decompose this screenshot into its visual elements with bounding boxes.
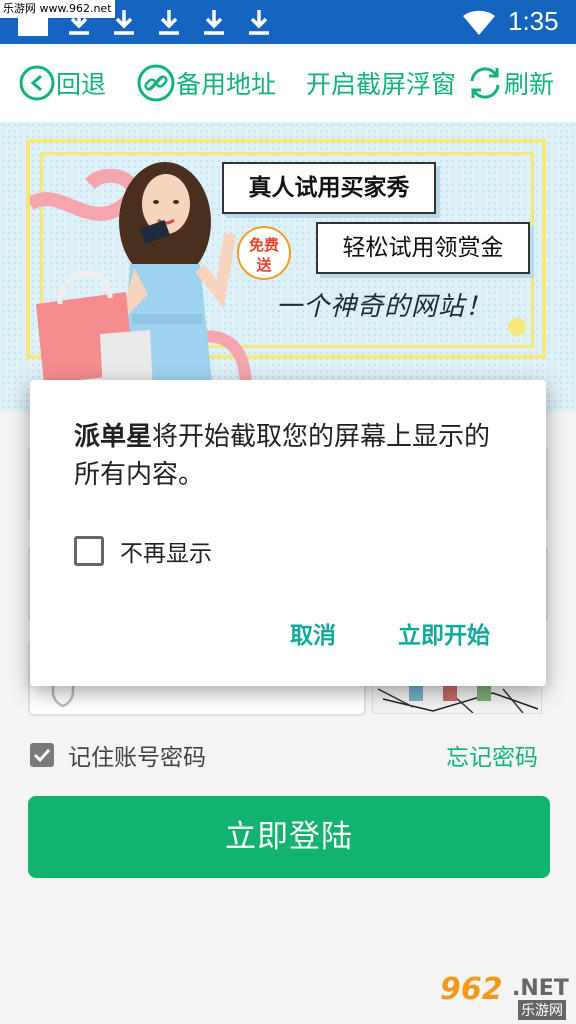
login-button[interactable]: 立即登陆: [28, 796, 550, 878]
watermark-top: 乐游网 www.962.net: [0, 0, 115, 18]
banner-title-1: 真人试用买家秀: [222, 162, 436, 214]
promo-banner[interactable]: 真人试用买家秀 轻松试用领赏金 免费 送 一个神奇的网站！: [0, 122, 576, 412]
banner-slogan: 一个神奇的网站！: [276, 292, 493, 322]
watermark-number: 962: [440, 972, 503, 1007]
watermark-site: 乐游网: [518, 1000, 566, 1020]
banner-dot: [508, 318, 526, 336]
checkmark-icon: [33, 748, 51, 763]
remember-password-option[interactable]: 记住账号密码: [30, 738, 206, 772]
banner-title-2: 轻松试用领赏金: [316, 222, 530, 274]
screen-float-button[interactable]: 开启截屏浮窗: [306, 62, 456, 104]
download-icon: [249, 10, 269, 35]
back-label: 回退: [56, 70, 107, 99]
refresh-icon: [470, 67, 500, 99]
backup-address-button[interactable]: 备用地址: [136, 62, 276, 104]
download-icon: [204, 10, 224, 35]
link-icon: [137, 64, 175, 102]
watermark-net: .NET: [512, 976, 569, 1001]
status-time: 1:35: [508, 6, 559, 36]
download-icon: [114, 10, 134, 35]
backup-address-label: 备用地址: [176, 70, 277, 99]
notification-square-icon: [18, 18, 48, 36]
start-now-button[interactable]: 立即开始: [398, 616, 490, 650]
dont-show-again-option[interactable]: 不再显示: [74, 534, 212, 568]
screen-capture-permission-dialog: 派单星将开始截取您的屏幕上显示的所有内容。 不再显示 取消 立即开始: [30, 380, 546, 686]
dialog-message: 派单星将开始截取您的屏幕上显示的所有内容。: [74, 418, 514, 494]
watermark-logo: 962 .NET 乐游网: [440, 972, 572, 1020]
back-button[interactable]: 回退: [18, 62, 106, 104]
dont-show-again-checkbox[interactable]: [74, 536, 104, 566]
status-bar: 1:35 乐游网 www.962.net: [0, 0, 576, 44]
back-arrow-icon: [19, 65, 55, 101]
badge-line-1: 免费: [248, 236, 279, 254]
remember-checkbox[interactable]: [30, 743, 54, 767]
free-gift-badge: 免费 送: [237, 226, 291, 280]
refresh-button[interactable]: 刷新: [466, 62, 554, 104]
refresh-label: 刷新: [504, 70, 555, 99]
dont-show-again-label: 不再显示: [120, 541, 212, 567]
dialog-app-name: 派单星: [74, 422, 153, 452]
screen-float-label: 开启截屏浮窗: [306, 70, 457, 99]
remember-label: 记住账号密码: [68, 745, 206, 771]
wifi-icon: [463, 10, 495, 35]
cancel-button[interactable]: 取消: [290, 616, 336, 650]
forgot-password-link[interactable]: 忘记密码: [446, 738, 538, 772]
download-icon: [159, 10, 179, 35]
badge-line-2: 送: [256, 256, 272, 274]
top-toolbar: 回退 备用地址 开启截屏浮窗 刷新: [0, 44, 576, 122]
